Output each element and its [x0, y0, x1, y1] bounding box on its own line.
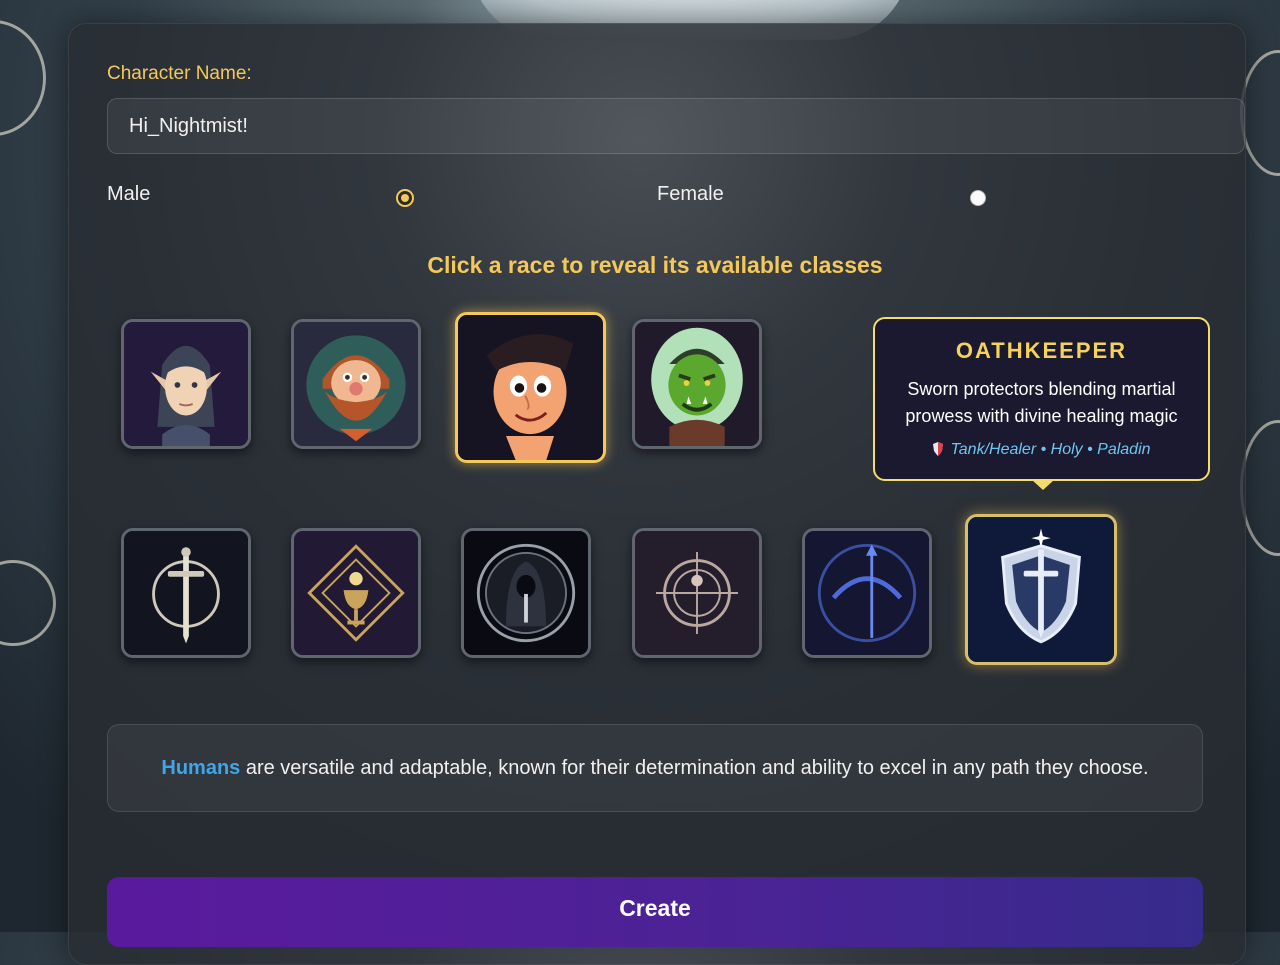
rune-circle-emblem-icon [635, 531, 759, 655]
character-creation-panel [68, 23, 1246, 965]
orc-portrait [635, 322, 759, 446]
background-swirl [0, 560, 56, 646]
character-name-input[interactable] [107, 98, 1245, 154]
tooltip-description: Sworn protectors blending martial prowes… [905, 379, 1178, 426]
sword-emblem-icon [124, 531, 248, 655]
class-tile-warrior[interactable] [121, 528, 251, 658]
background-swirl [1240, 420, 1280, 556]
tooltip-title: OATHKEEPER [955, 338, 1128, 363]
class-tile-hunter[interactable] [802, 528, 932, 658]
class-tile-rogue[interactable] [461, 528, 591, 658]
character-name-label: Character Name: [107, 63, 252, 84]
class-tile-priest[interactable] [291, 528, 421, 658]
background-swirl [0, 20, 46, 136]
chalice-emblem-icon [294, 531, 418, 655]
gender-female-radio[interactable] [970, 190, 986, 206]
gender-male-radio[interactable] [396, 189, 414, 207]
bow-arrow-emblem-icon [805, 531, 929, 655]
race-tile-dwarf[interactable] [291, 319, 421, 449]
race-tile-orc[interactable] [632, 319, 762, 449]
dwarf-portrait [294, 322, 418, 446]
gender-male-label: Male [107, 183, 151, 205]
race-hint-text: Click a race to reveal its available cla… [427, 252, 883, 278]
race-name-highlight: Humans [161, 757, 241, 779]
human-portrait [458, 315, 603, 460]
shield-icon [933, 442, 944, 456]
tooltip-tags: Tank/Healer • Holy • Paladin [950, 441, 1151, 458]
race-tile-human[interactable] [455, 312, 606, 463]
class-tile-oathkeeper[interactable] [965, 514, 1117, 665]
tooltip-tags-row: Tank/Healer • Holy • Paladin [875, 441, 1208, 459]
gender-female-label: Female [657, 183, 724, 205]
background-swirl [1240, 50, 1280, 176]
race-tile-elf[interactable] [121, 319, 251, 449]
shield-sword-emblem-icon [968, 517, 1114, 662]
hooded-figure-emblem-icon [464, 531, 588, 655]
elf-portrait [124, 322, 248, 446]
class-tile-mage[interactable] [632, 528, 762, 658]
race-description-box: Humans are versatile and adaptable, know… [107, 724, 1203, 812]
race-description-text: are versatile and adaptable, known for t… [240, 757, 1149, 779]
class-tooltip: OATHKEEPER Sworn protectors blending mar… [873, 317, 1210, 490]
create-button[interactable]: Create [107, 877, 1203, 947]
